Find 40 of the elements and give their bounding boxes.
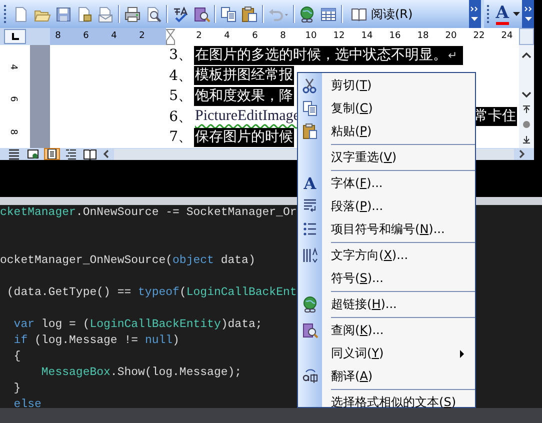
selected-text: 保存图片的时候: [194, 128, 294, 147]
list-number: 5、: [168, 87, 192, 106]
code-line: cketManager.OnNewSource -= SocketManager_Or: [0, 206, 297, 219]
list-number: 6、: [168, 108, 192, 127]
ruler-number: 10: [304, 30, 318, 43]
code-line: var log = (LoginCallBackEntity)data;: [12, 318, 262, 331]
ruler-number: 2: [138, 30, 146, 43]
ruler-number: 8: [279, 30, 287, 43]
font-icon: A: [304, 174, 316, 193]
ruler-number: 6: [82, 30, 90, 43]
ruler-number: 2: [195, 30, 203, 43]
ruler-number: 8: [8, 128, 18, 135]
list-number: 4、: [168, 66, 192, 86]
selected-text: 模板拼图经常报: [194, 66, 294, 86]
selected-text: 在图片的多选的时候，选中状态不明显。: [194, 46, 448, 65]
ruler-number: 18: [416, 30, 430, 43]
code-line: if (log.Message != null): [12, 334, 180, 347]
ruler-number: 8: [54, 30, 62, 43]
code-line: MessageBox.Show(log.Message);: [40, 366, 242, 379]
ruler-number: 20: [444, 30, 458, 43]
ruler-number: 4: [223, 30, 231, 43]
code-line: ocketManager_OnNewSource(object data): [0, 254, 256, 267]
paragraph-mark: ↵: [448, 46, 464, 65]
ruler-number: 12: [332, 30, 346, 43]
selected-text: 饱和度效果，降: [194, 86, 294, 106]
code-line: }: [12, 382, 21, 395]
ruler-number: 6: [8, 96, 18, 102]
ruler-number: 6: [251, 30, 259, 43]
document-text: PictureEditImage: [194, 107, 301, 126]
code-line: (data.GetType() == typeof(LoginCallBackEnt: [6, 286, 297, 299]
ruler-number: 4: [110, 30, 118, 43]
ruler-number: 24: [500, 30, 514, 43]
code-line: {: [12, 350, 21, 363]
list-number: 3、: [168, 46, 192, 66]
code-line: else: [12, 398, 42, 408]
ruler-number: 22: [472, 30, 486, 43]
ruler-number: 14: [360, 30, 374, 43]
list-number: 7、: [168, 128, 192, 148]
ruler-number: 16: [388, 30, 402, 43]
ruler-number: 4: [8, 64, 18, 70]
